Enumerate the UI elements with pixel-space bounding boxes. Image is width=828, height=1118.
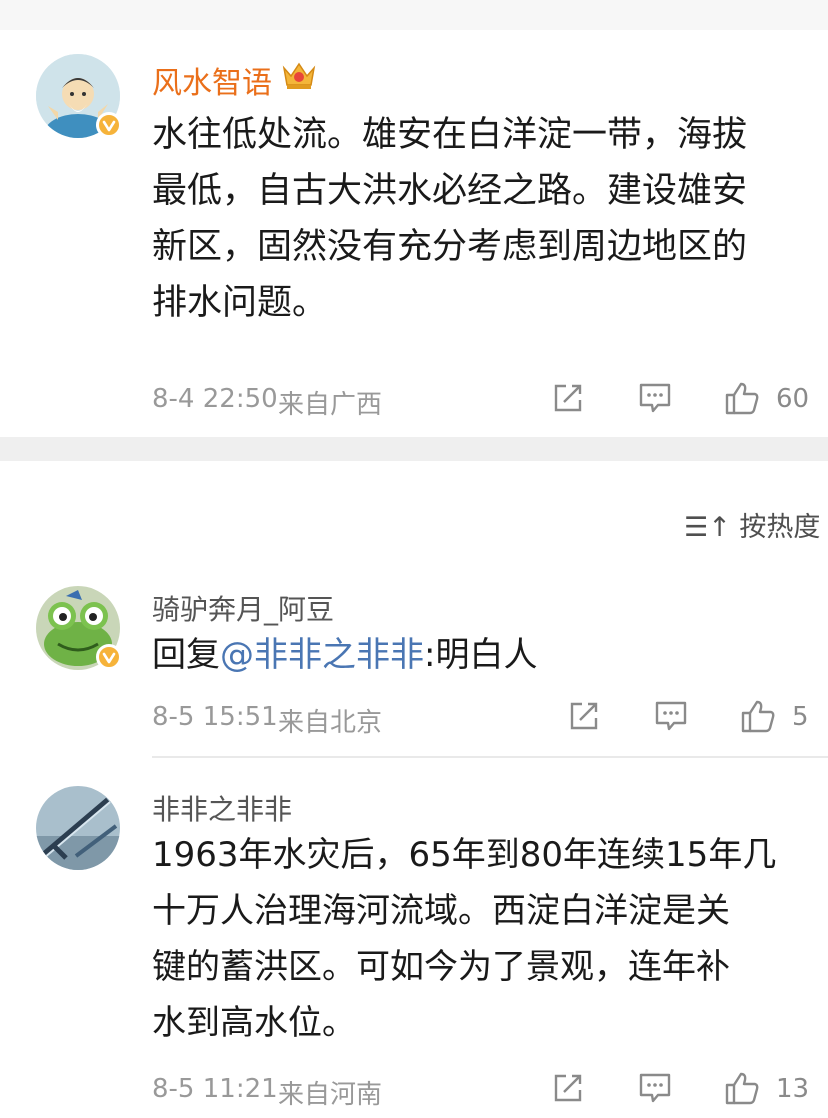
main-post-location: 来自广西 [278,390,383,420]
comment-2-time: 8-5 11:21 [152,1074,278,1104]
comment-2-content-line-4: 水到高水位。 [152,1003,356,1043]
comment-1-like-count: 5 [792,702,809,732]
comment-icon[interactable] [638,1072,672,1104]
comment-1-reply-text: :明白人 [424,635,538,675]
sort-by-heat-button[interactable]: ☰↑ 按热度 [684,505,820,544]
comment-2-like-count: 13 [776,1074,810,1104]
like-icon[interactable] [740,698,776,734]
comment-1-username[interactable]: 骑驴奔月_阿豆 [152,588,334,628]
top-gap [0,0,828,30]
comment-1-content: 回复@非非之非非:明白人 [152,628,537,682]
sort-label: 按热度 [739,512,821,543]
sort-icon: ☰↑ [684,512,731,543]
main-post-time: 8-4 22:50 [152,384,278,414]
main-post-like-count: 60 [776,384,810,414]
like-icon[interactable] [724,380,760,416]
main-post-content-line-3: 新区，固然没有充分考虑到周边地区的 [152,227,748,267]
comment-2-username[interactable]: 非非之非非 [152,788,292,828]
crown-icon [280,58,318,92]
share-icon[interactable] [568,700,600,732]
comment-2-content-line-3: 键的蓄洪区。可如今为了景观，连年补 [152,947,730,987]
comment-2-content-line-2: 十万人治理海河流域。西淀白洋淀是关 [152,891,730,931]
comment-1-reply-prefix: 回复 [152,635,220,675]
section-divider [0,437,828,461]
avatar-sword[interactable] [36,786,120,870]
comment-icon[interactable] [654,700,688,732]
verified-badge-icon [96,644,122,670]
comment-1-location: 来自北京 [278,708,383,738]
comment-2-location: 来自河南 [278,1080,383,1110]
main-post-content-line-2: 最低，自古大洪水必经之路。建设雄安 [152,171,748,211]
comment-icon[interactable] [638,382,672,414]
main-post-username[interactable]: 风水智语 [152,58,272,102]
verified-badge-icon [96,112,122,138]
like-icon[interactable] [724,1070,760,1106]
comment-separator [152,756,828,758]
main-post-content-line-4: 排水问题。 [152,283,328,323]
main-post-content-line-1: 水往低处流。雄安在白洋淀一带，海拔 [152,115,748,155]
comment-2-content-line-1: 1963年水灾后，65年到80年连续15年几 [152,835,777,875]
comment-1-time: 8-5 15:51 [152,702,278,732]
mention-link[interactable]: @非非之非非 [220,635,424,675]
share-icon[interactable] [552,382,584,414]
share-icon[interactable] [552,1072,584,1104]
